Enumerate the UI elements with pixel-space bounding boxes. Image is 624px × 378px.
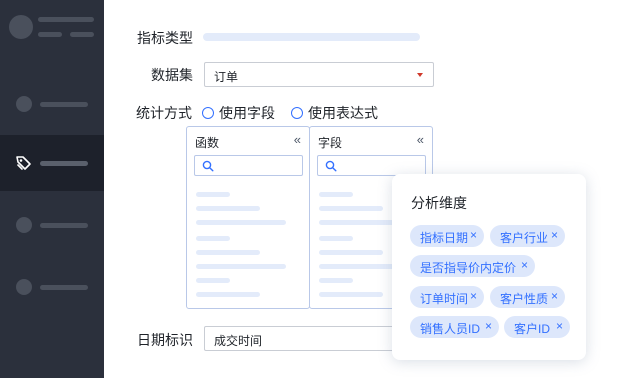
list-item-placeholder — [319, 236, 353, 241]
nav-icon — [16, 279, 32, 295]
sidebar-item-2-active[interactable] — [0, 135, 104, 191]
remove-icon[interactable]: × — [485, 319, 492, 333]
sidebar-item-4[interactable] — [0, 259, 104, 315]
dataset-label: 数据集 — [151, 67, 193, 83]
dimension-chip-label: 是否指导价内定价 — [420, 261, 517, 275]
tag-icon — [16, 156, 31, 170]
dimension-chip-label: 指标日期 — [420, 231, 469, 245]
radio-use-field[interactable]: 使用字段 — [202, 103, 275, 123]
field-panel-title: 字段 — [318, 136, 343, 150]
dimension-chip[interactable]: 订单时间 × — [410, 286, 484, 308]
sidebar-item-3[interactable] — [0, 197, 104, 253]
radio-circle — [291, 107, 303, 119]
dimension-chip-label: 销售人员ID — [420, 322, 481, 336]
dimension-chip[interactable]: 客户性质 × — [490, 286, 565, 308]
list-item-placeholder — [319, 206, 383, 211]
function-panel: 函数 « — [186, 126, 310, 309]
avatar[interactable] — [9, 15, 33, 39]
list-item-placeholder — [196, 264, 286, 269]
analysis-dimension-title: 分析维度 — [411, 195, 467, 211]
list-item-placeholder — [196, 220, 286, 225]
list-item-placeholder — [196, 192, 230, 197]
field-search-input[interactable] — [317, 155, 426, 176]
stat-method-label: 统计方式 — [136, 105, 192, 121]
sidebar-header-subtitle-placeholder — [38, 32, 62, 37]
sidebar-header-subtitle-placeholder-2 — [70, 32, 94, 37]
collapse-icon[interactable]: « — [417, 132, 424, 147]
remove-icon[interactable]: × — [470, 228, 477, 242]
list-item-placeholder — [196, 292, 260, 297]
metric-type-value-placeholder — [203, 33, 420, 41]
sidebar-header — [0, 0, 104, 56]
list-item-placeholder — [196, 236, 230, 241]
radio-circle — [202, 107, 214, 119]
function-search-input[interactable] — [194, 155, 303, 176]
dimension-chip-label: 客户行业 — [500, 231, 549, 245]
sidebar-item-label-placeholder — [40, 285, 88, 290]
list-item-placeholder — [196, 250, 260, 255]
dimension-chip[interactable]: 客户行业 × — [490, 225, 565, 247]
sidebar-item-label-placeholder — [40, 102, 88, 107]
dimension-chip-label: 订单时间 — [420, 292, 469, 306]
function-panel-title: 函数 — [195, 136, 220, 150]
metric-type-label: 指标类型 — [137, 30, 193, 46]
sidebar — [0, 0, 104, 378]
remove-icon[interactable]: × — [551, 289, 558, 303]
date-select-value: 成交时间 — [214, 334, 263, 348]
dimension-chip[interactable]: 指标日期 × — [410, 225, 484, 247]
list-item-placeholder — [319, 278, 353, 283]
nav-icon — [16, 96, 32, 112]
nav-icon — [16, 217, 32, 233]
analysis-dimension-card: 分析维度 指标日期 × 客户行业 × 是否指导价内定价 × 订单时间 × 客户性… — [392, 174, 586, 360]
radio-use-field-label: 使用字段 — [219, 105, 275, 121]
search-icon — [202, 160, 214, 172]
sidebar-item-label-placeholder — [40, 223, 88, 228]
dimension-chip[interactable]: 是否指导价内定价 × — [410, 255, 535, 277]
dimension-chip[interactable]: 客户ID × — [504, 316, 570, 338]
caret-down-icon — [417, 73, 423, 77]
dimension-chip-label: 客户性质 — [500, 292, 549, 306]
dataset-select[interactable]: 订单 — [204, 62, 434, 87]
radio-use-expression[interactable]: 使用表达式 — [291, 103, 378, 123]
list-item-placeholder — [196, 206, 260, 211]
list-item-placeholder — [196, 278, 230, 283]
remove-icon[interactable]: × — [521, 258, 528, 272]
list-item-placeholder — [319, 292, 383, 297]
sidebar-item-label-placeholder — [40, 161, 88, 166]
remove-icon[interactable]: × — [556, 319, 563, 333]
dimension-chip-label: 客户ID — [514, 322, 551, 336]
sidebar-item-1[interactable] — [0, 76, 104, 132]
sidebar-header-title-placeholder — [38, 17, 94, 22]
list-item-placeholder — [319, 250, 383, 255]
list-item-placeholder — [319, 192, 353, 197]
dimension-chip[interactable]: 销售人员ID × — [410, 316, 499, 338]
collapse-icon[interactable]: « — [294, 132, 301, 147]
date-label: 日期标识 — [137, 332, 193, 348]
radio-use-expression-label: 使用表达式 — [308, 105, 378, 121]
remove-icon[interactable]: × — [470, 289, 477, 303]
remove-icon[interactable]: × — [551, 228, 558, 242]
search-icon — [325, 160, 337, 172]
dataset-select-value: 订单 — [214, 70, 239, 84]
